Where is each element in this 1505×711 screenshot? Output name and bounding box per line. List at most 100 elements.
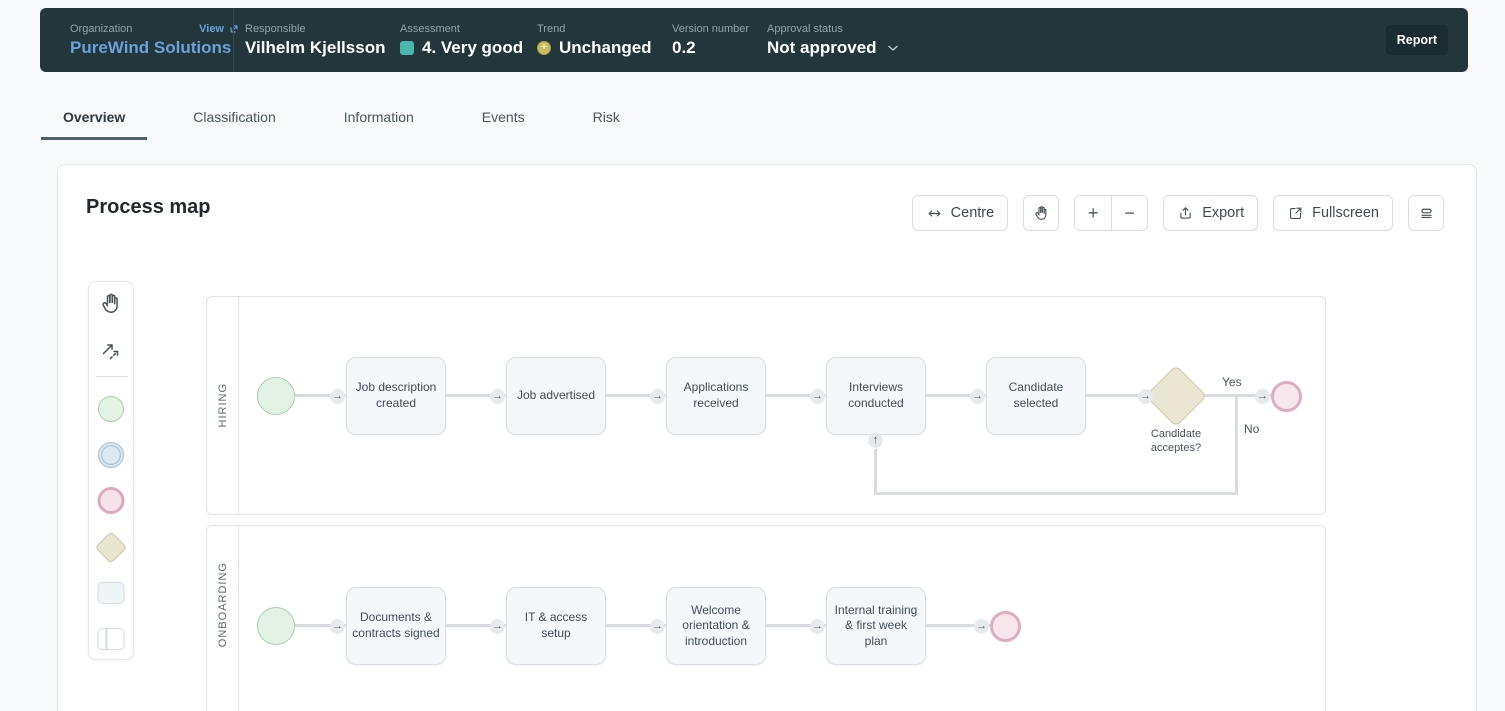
lane-hiring-label: HIRING bbox=[216, 383, 229, 428]
palette-lane-shape[interactable] bbox=[97, 628, 125, 650]
centre-button[interactable]: Centre bbox=[911, 195, 1009, 231]
version-label: Version number bbox=[672, 22, 750, 35]
yes-branch-label: Yes bbox=[1222, 375, 1242, 389]
trend-value: Unchanged bbox=[559, 37, 652, 57]
start-event-onboarding[interactable] bbox=[257, 607, 295, 645]
arrowhead-icon bbox=[330, 619, 345, 634]
task-applications-received[interactable]: Applications received bbox=[666, 357, 766, 435]
arrowhead-icon bbox=[810, 619, 825, 634]
arrowhead-icon bbox=[868, 433, 883, 448]
shape-palette bbox=[88, 281, 134, 660]
flow-connector-no bbox=[874, 449, 877, 495]
process-map-panel: Process map Centre + − Export Fullscreen bbox=[57, 164, 1477, 711]
organization-label: Organization bbox=[70, 22, 133, 35]
responsible-label: Responsible bbox=[245, 22, 306, 35]
task-internal-training[interactable]: Internal training & first week plan bbox=[826, 587, 926, 665]
legend-button[interactable] bbox=[1408, 195, 1444, 231]
responsible-value: Vilhelm Kjellsson bbox=[245, 37, 386, 57]
task-candidate-selected[interactable]: Candidate selected bbox=[986, 357, 1086, 435]
tab-events[interactable]: Events bbox=[460, 96, 547, 140]
palette-end-event-shape[interactable] bbox=[97, 487, 125, 514]
arrowhead-icon bbox=[1138, 389, 1153, 404]
arrows-horizontal-icon bbox=[928, 209, 941, 217]
assessment-status-icon bbox=[400, 41, 414, 55]
tab-bar: Overview Classification Information Even… bbox=[41, 96, 666, 140]
map-toolbar: Centre + − Export Fullscreen bbox=[911, 195, 1444, 231]
arrowhead-icon bbox=[490, 619, 505, 634]
approval-status-block: Approval status Not approved bbox=[767, 8, 901, 72]
task-it-access-setup[interactable]: IT & access setup bbox=[506, 587, 606, 665]
fullscreen-button-label: Fullscreen bbox=[1312, 205, 1379, 221]
tab-overview[interactable]: Overview bbox=[41, 96, 148, 140]
view-link-label: View bbox=[199, 22, 224, 35]
arrowhead-icon bbox=[490, 389, 505, 404]
arrowhead-icon bbox=[970, 389, 985, 404]
zoom-out-button[interactable]: − bbox=[1111, 196, 1148, 230]
task-job-description-created[interactable]: Job description created bbox=[346, 357, 446, 435]
export-button-label: Export bbox=[1202, 205, 1245, 221]
tab-classification[interactable]: Classification bbox=[171, 96, 297, 140]
panel-title: Process map bbox=[86, 196, 211, 218]
page: Organization View PureWind Solutions Res… bbox=[0, 0, 1505, 711]
palette-gateway-shape[interactable] bbox=[94, 531, 128, 564]
header-divider bbox=[233, 8, 234, 72]
task-job-advertised[interactable]: Job advertised bbox=[506, 357, 606, 435]
legend-list-icon bbox=[1420, 208, 1432, 218]
palette-intermediate-event-shape[interactable] bbox=[98, 442, 124, 468]
pan-tool-button[interactable] bbox=[1023, 195, 1060, 231]
centre-button-label: Centre bbox=[950, 205, 995, 221]
task-documents-contracts-signed[interactable]: Documents & contracts signed bbox=[346, 587, 446, 665]
flow-connector-no bbox=[876, 492, 1238, 495]
entity-header-bar: Organization View PureWind Solutions Res… bbox=[40, 8, 1468, 72]
export-button[interactable]: Export bbox=[1163, 195, 1259, 231]
arrowhead-icon bbox=[330, 389, 345, 404]
palette-connector-tool[interactable] bbox=[99, 339, 123, 368]
no-branch-label: No bbox=[1244, 422, 1260, 436]
organization-value[interactable]: PureWind Solutions bbox=[70, 38, 240, 58]
zoom-in-button[interactable]: + bbox=[1075, 196, 1112, 230]
palette-start-event-shape[interactable] bbox=[98, 396, 124, 422]
responsible-block: Responsible Vilhelm Kjellsson bbox=[245, 8, 385, 72]
approval-status-label: Approval status bbox=[767, 22, 843, 35]
connector-arrows-icon bbox=[102, 344, 119, 360]
palette-task-shape[interactable] bbox=[97, 582, 125, 604]
arrowhead-icon bbox=[974, 619, 989, 634]
arrowhead-icon bbox=[810, 389, 825, 404]
trend-block: Trend Unchanged bbox=[537, 8, 652, 72]
gateway-label: Candidate acceptes? bbox=[1150, 428, 1202, 455]
tab-information[interactable]: Information bbox=[322, 96, 436, 140]
tab-risk[interactable]: Risk bbox=[571, 96, 642, 140]
fullscreen-button[interactable]: Fullscreen bbox=[1273, 195, 1393, 231]
approval-status-dropdown[interactable]: Not approved bbox=[767, 37, 901, 58]
hand-icon bbox=[102, 293, 118, 313]
palette-divider bbox=[96, 376, 128, 377]
approval-status-value: Not approved bbox=[767, 37, 877, 57]
version-value: 0.2 bbox=[672, 37, 696, 57]
hand-icon bbox=[1034, 205, 1047, 220]
zoom-button-group: + − bbox=[1074, 195, 1149, 231]
flow-connector-no bbox=[1235, 396, 1238, 495]
organization-block: Organization View PureWind Solutions bbox=[70, 8, 240, 72]
trend-label: Trend bbox=[537, 22, 566, 35]
chevron-down-icon bbox=[887, 45, 898, 51]
task-welcome-orientation[interactable]: Welcome orientation & introduction bbox=[666, 587, 766, 665]
report-button[interactable]: Report bbox=[1385, 25, 1448, 55]
open-in-new-icon bbox=[230, 25, 238, 33]
start-event-hiring[interactable] bbox=[257, 377, 295, 415]
palette-pan-tool[interactable] bbox=[99, 292, 123, 321]
arrowhead-icon bbox=[650, 389, 665, 404]
fullscreen-icon bbox=[1290, 207, 1302, 219]
export-icon bbox=[1180, 206, 1191, 219]
version-block: Version number 0.2 bbox=[672, 8, 749, 72]
end-event-onboarding[interactable] bbox=[990, 611, 1021, 642]
lane-hiring-strip: HIRING bbox=[207, 297, 239, 514]
assessment-value: 4. Very good bbox=[422, 37, 524, 57]
task-interviews-conducted[interactable]: Interviews conducted bbox=[826, 357, 926, 435]
end-event-hiring[interactable] bbox=[1271, 381, 1302, 412]
arrowhead-icon bbox=[650, 619, 665, 634]
lane-onboarding-strip: ONBOARDING bbox=[207, 526, 239, 711]
trend-status-icon bbox=[537, 41, 551, 55]
arrowhead-icon bbox=[1255, 389, 1270, 404]
assessment-block: Assessment 4. Very good bbox=[400, 8, 523, 72]
lane-onboarding-label: ONBOARDING bbox=[216, 562, 229, 648]
